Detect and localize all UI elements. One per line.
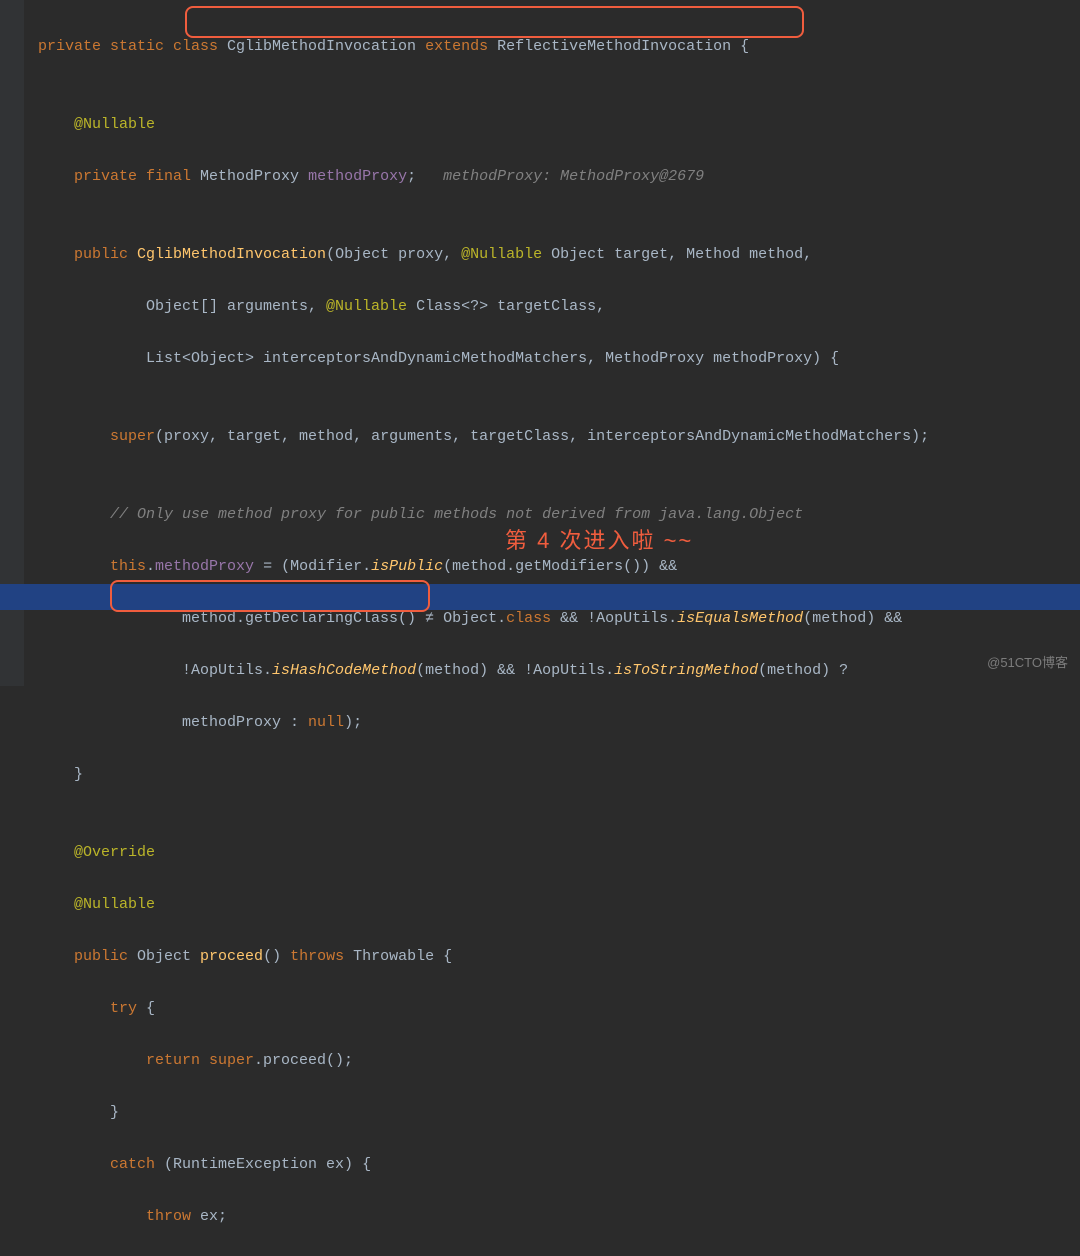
type-name: MethodProxy bbox=[200, 168, 308, 185]
comment-line: // Only use method proxy for public meth… bbox=[38, 506, 803, 523]
brace: } bbox=[38, 766, 83, 783]
keyword-this: this bbox=[38, 558, 146, 575]
call-args: (proxy, target, method, arguments, targe… bbox=[155, 428, 929, 445]
static-method: isToStringMethod bbox=[614, 662, 758, 679]
expr: method.getDeclaringClass() bbox=[38, 610, 425, 627]
static-method: isEqualsMethod bbox=[677, 610, 803, 627]
field-name: methodProxy bbox=[155, 558, 263, 575]
expr: ex; bbox=[200, 1208, 227, 1225]
superclass-name: ReflectiveMethodInvocation { bbox=[497, 38, 749, 55]
code-line[interactable]: Object[] arguments, @Nullable Class<?> t… bbox=[38, 294, 929, 320]
params: List<Object> interceptorsAndDynamicMetho… bbox=[38, 350, 839, 367]
not-equal-op: ≠ bbox=[425, 610, 434, 627]
code-line[interactable]: super(proxy, target, method, arguments, … bbox=[38, 424, 929, 450]
expr: (method) && !AopUtils. bbox=[416, 662, 614, 679]
inline-debug-value: methodProxy: MethodProxy@2679 bbox=[443, 168, 704, 185]
params: (Object proxy, bbox=[326, 246, 461, 263]
keyword-public: public bbox=[38, 246, 137, 263]
catch-params: (RuntimeException ex) { bbox=[164, 1156, 371, 1173]
params: Class<?> targetClass, bbox=[416, 298, 605, 315]
constructor-name: CglibMethodInvocation bbox=[137, 246, 326, 263]
code-line[interactable]: @Nullable bbox=[38, 892, 929, 918]
class-name: CglibMethodInvocation bbox=[227, 38, 425, 55]
code-line[interactable]: catch (RuntimeException ex) { bbox=[38, 1152, 929, 1178]
keyword-throws: throws bbox=[290, 948, 353, 965]
keyword-class: class bbox=[506, 610, 560, 627]
code-line[interactable]: try { bbox=[38, 996, 929, 1022]
semicolon: ; bbox=[407, 168, 443, 185]
highlight-box-class-declaration bbox=[185, 6, 804, 38]
code-line[interactable]: !AopUtils.isHashCodeMethod(method) && !A… bbox=[38, 658, 929, 684]
annotation-nullable: @Nullable bbox=[461, 246, 551, 263]
code-line[interactable]: List<Object> interceptorsAndDynamicMetho… bbox=[38, 346, 929, 372]
code-line[interactable]: @Override bbox=[38, 840, 929, 866]
expr: Object. bbox=[434, 610, 506, 627]
annotation-nullable: @Nullable bbox=[38, 116, 155, 133]
expr: (method) ? bbox=[758, 662, 848, 679]
brace: } bbox=[38, 1104, 119, 1121]
code-line[interactable]: return super.proceed(); bbox=[38, 1048, 929, 1074]
params: Object[] arguments, bbox=[38, 298, 326, 315]
expr: (method.getModifiers()) && bbox=[443, 558, 677, 575]
code-line[interactable]: this.methodProxy = (Modifier.isPublic(me… bbox=[38, 554, 929, 580]
highlight-box-return-statement bbox=[110, 580, 430, 612]
watermark-text: @51CTO博客 bbox=[987, 650, 1068, 676]
static-method: isPublic bbox=[371, 558, 443, 575]
call: .proceed(); bbox=[254, 1052, 353, 1069]
code-line[interactable]: // Only use method proxy for public meth… bbox=[38, 502, 929, 528]
keyword-super: super bbox=[38, 428, 155, 445]
keyword-extends: extends bbox=[425, 38, 497, 55]
annotation-nullable: @Nullable bbox=[38, 896, 155, 913]
code-line[interactable]: public Object proceed() throws Throwable… bbox=[38, 944, 929, 970]
code-line[interactable]: } bbox=[38, 762, 929, 788]
code-line[interactable]: } bbox=[38, 1100, 929, 1126]
expr: !AopUtils. bbox=[38, 662, 272, 679]
keyword-catch: catch bbox=[38, 1156, 164, 1173]
brace: { bbox=[146, 1000, 155, 1017]
code-line[interactable]: throw ex; bbox=[38, 1204, 929, 1230]
dot: . bbox=[146, 558, 155, 575]
keyword-private-final: private final bbox=[38, 168, 200, 185]
keyword-throw: throw bbox=[38, 1208, 200, 1225]
user-annotation-text: 第 4 次进入啦 ~~ bbox=[505, 528, 693, 554]
expr: && !AopUtils. bbox=[560, 610, 677, 627]
method-name: proceed bbox=[200, 948, 263, 965]
expr: (method) && bbox=[803, 610, 902, 627]
params: Object target, Method method, bbox=[551, 246, 812, 263]
keyword-private: private static class bbox=[38, 38, 227, 55]
field-name: methodProxy bbox=[308, 168, 407, 185]
keyword-return-super: return super bbox=[38, 1052, 254, 1069]
expr: ); bbox=[344, 714, 362, 731]
expr: methodProxy : bbox=[38, 714, 308, 731]
keyword-try: try bbox=[38, 1000, 146, 1017]
annotation-nullable: @Nullable bbox=[326, 298, 416, 315]
return-type: Object bbox=[137, 948, 200, 965]
annotation-override: @Override bbox=[38, 844, 155, 861]
expr: = (Modifier. bbox=[263, 558, 371, 575]
code-line[interactable]: @Nullable bbox=[38, 112, 929, 138]
code-editor-area[interactable]: private static class CglibMethodInvocati… bbox=[38, 8, 929, 1256]
static-method: isHashCodeMethod bbox=[272, 662, 416, 679]
keyword-public: public bbox=[38, 948, 137, 965]
code-line[interactable]: methodProxy : null); bbox=[38, 710, 929, 736]
code-line[interactable]: private final MethodProxy methodProxy; m… bbox=[38, 164, 929, 190]
throws-type: Throwable { bbox=[353, 948, 452, 965]
code-line[interactable]: public CglibMethodInvocation(Object prox… bbox=[38, 242, 929, 268]
parens: () bbox=[263, 948, 290, 965]
keyword-null: null bbox=[308, 714, 344, 731]
